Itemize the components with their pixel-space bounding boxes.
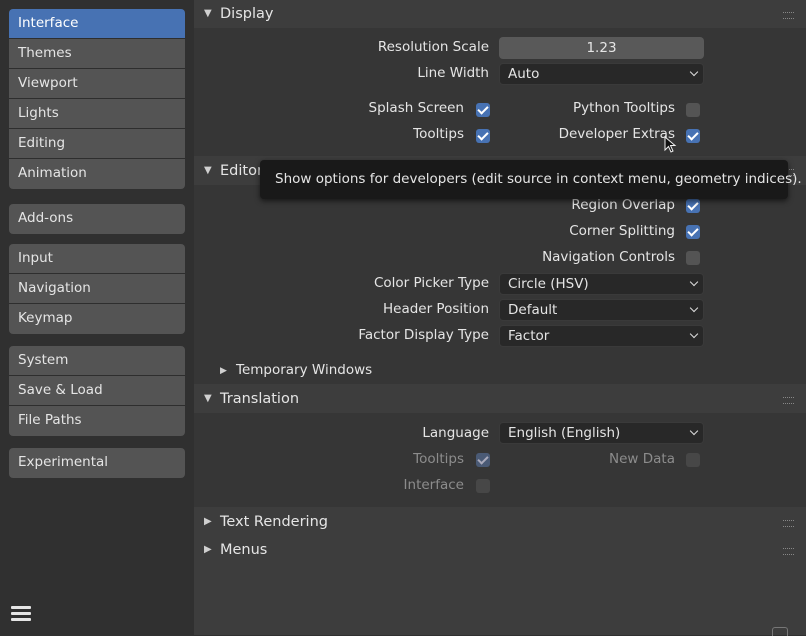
nav-group-addons: Add-ons [9, 204, 185, 234]
nav-item-file-paths[interactable]: File Paths [9, 406, 185, 436]
chevron-down-icon [689, 277, 699, 287]
language-dropdown[interactable]: English (English) [499, 422, 704, 444]
chevron-down-icon [689, 67, 699, 77]
collapsed-arrow-icon: ▶ [220, 366, 227, 376]
color-picker-type-value: Circle (HSV) [508, 276, 589, 292]
nav-item-viewport[interactable]: Viewport [9, 69, 185, 99]
nav-group-system: System Save & Load File Paths [9, 346, 185, 436]
header-position-dropdown[interactable]: Default [499, 299, 704, 321]
expanded-arrow-icon: ▼ [204, 8, 212, 19]
splash-screen-label: Splash Screen [368, 100, 464, 116]
nav-item-animation[interactable]: Animation [9, 159, 185, 189]
text-rendering-panel-header[interactable]: ▶ Text Rendering [194, 508, 806, 536]
drag-grip-icon[interactable] [783, 397, 794, 404]
menus-panel-title: Menus [220, 542, 268, 558]
translation-panel-header[interactable]: ▼ Translation [194, 385, 806, 413]
header-position-value: Default [508, 302, 558, 318]
chevron-down-icon [689, 426, 699, 436]
display-panel-body: Resolution Scale 1.23 Line Width Auto Sp… [194, 28, 806, 156]
display-panel-title: Display [220, 6, 274, 22]
drag-grip-icon[interactable] [783, 12, 794, 19]
preferences-sidebar: Interface Themes Viewport Lights Editing… [0, 0, 194, 635]
nav-group-general: Interface Themes Viewport Lights Editing… [9, 9, 185, 189]
mouse-cursor-icon [664, 136, 677, 153]
expanded-arrow-icon: ▼ [204, 393, 212, 404]
navigation-controls-label: Navigation Controls [542, 249, 675, 265]
tooltips-label: Tooltips [413, 126, 464, 142]
nav-item-lights[interactable]: Lights [9, 99, 185, 129]
nav-item-input[interactable]: Input [9, 244, 185, 274]
language-label: Language [422, 425, 489, 441]
developer-extras-tooltip: Show options for developers (edit source… [260, 160, 802, 199]
line-width-dropdown[interactable]: Auto [499, 63, 704, 85]
drag-grip-icon[interactable] [783, 520, 794, 527]
line-width-label: Line Width [417, 65, 489, 81]
temporary-windows-label: Temporary Windows [236, 362, 373, 378]
chevron-down-icon [689, 303, 699, 313]
nav-item-save-load[interactable]: Save & Load [9, 376, 185, 406]
chevron-down-icon [689, 329, 699, 339]
translation-panel-title: Translation [220, 391, 300, 407]
translation-panel-body: Language English (English) Tooltips New … [194, 413, 806, 507]
python-tooltips-label: Python Tooltips [573, 100, 675, 116]
developer-extras-checkbox[interactable] [686, 129, 700, 143]
nav-item-system[interactable]: System [9, 346, 185, 376]
region-overlap-label: Region Overlap [571, 197, 675, 213]
nav-item-experimental[interactable]: Experimental [9, 448, 185, 478]
nav-item-add-ons[interactable]: Add-ons [9, 204, 185, 234]
text-rendering-panel-title: Text Rendering [220, 514, 328, 530]
collapsed-arrow-icon: ▶ [204, 516, 212, 527]
language-value: English (English) [508, 425, 621, 441]
translate-interface-label: Interface [403, 477, 464, 493]
translate-new-data-checkbox[interactable] [686, 453, 700, 467]
display-panel-header[interactable]: ▼ Display [194, 0, 806, 28]
preferences-content: ▼ Display Resolution Scale 1.23 Line Wid… [194, 0, 806, 636]
color-picker-type-label: Color Picker Type [373, 275, 489, 291]
color-picker-type-dropdown[interactable]: Circle (HSV) [499, 273, 704, 295]
expanded-arrow-icon: ▼ [204, 165, 212, 176]
nav-item-navigation[interactable]: Navigation [9, 274, 185, 304]
factor-display-type-label: Factor Display Type [358, 327, 489, 343]
nav-item-interface[interactable]: Interface [9, 9, 185, 39]
nav-group-experimental: Experimental [9, 448, 185, 478]
factor-display-type-dropdown[interactable]: Factor [499, 325, 704, 347]
corner-splitting-label: Corner Splitting [569, 223, 675, 239]
region-overlap-checkbox[interactable] [686, 199, 700, 213]
factor-display-type-value: Factor [508, 328, 550, 344]
tooltips-checkbox[interactable] [476, 129, 490, 143]
hamburger-menu-icon[interactable] [10, 603, 32, 625]
header-position-label: Header Position [382, 301, 489, 317]
translate-tooltips-label: Tooltips [413, 451, 464, 467]
nav-item-keymap[interactable]: Keymap [9, 304, 185, 334]
editors-panel-body: Region Overlap Corner Splitting Navigati… [194, 185, 806, 384]
python-tooltips-checkbox[interactable] [686, 103, 700, 117]
resolution-scale-label: Resolution Scale [377, 39, 489, 55]
translate-tooltips-checkbox[interactable] [476, 453, 490, 467]
translate-new-data-label: New Data [609, 451, 675, 467]
resolution-scale-field[interactable]: 1.23 [499, 37, 704, 59]
splash-screen-checkbox[interactable] [476, 103, 490, 117]
nav-item-editing[interactable]: Editing [9, 129, 185, 159]
corner-splitting-checkbox[interactable] [686, 225, 700, 239]
editors-panel-title: Editor [220, 163, 263, 179]
nav-group-input: Input Navigation Keymap [9, 244, 185, 334]
line-width-value: Auto [508, 66, 540, 82]
nav-item-themes[interactable]: Themes [9, 39, 185, 69]
translate-interface-checkbox[interactable] [476, 479, 490, 493]
collapsed-arrow-icon: ▶ [204, 544, 212, 555]
navigation-controls-checkbox[interactable] [686, 251, 700, 265]
developer-extras-label: Developer Extras [558, 126, 675, 142]
menus-panel-header[interactable]: ▶ Menus [194, 536, 806, 564]
drag-grip-icon[interactable] [783, 548, 794, 555]
